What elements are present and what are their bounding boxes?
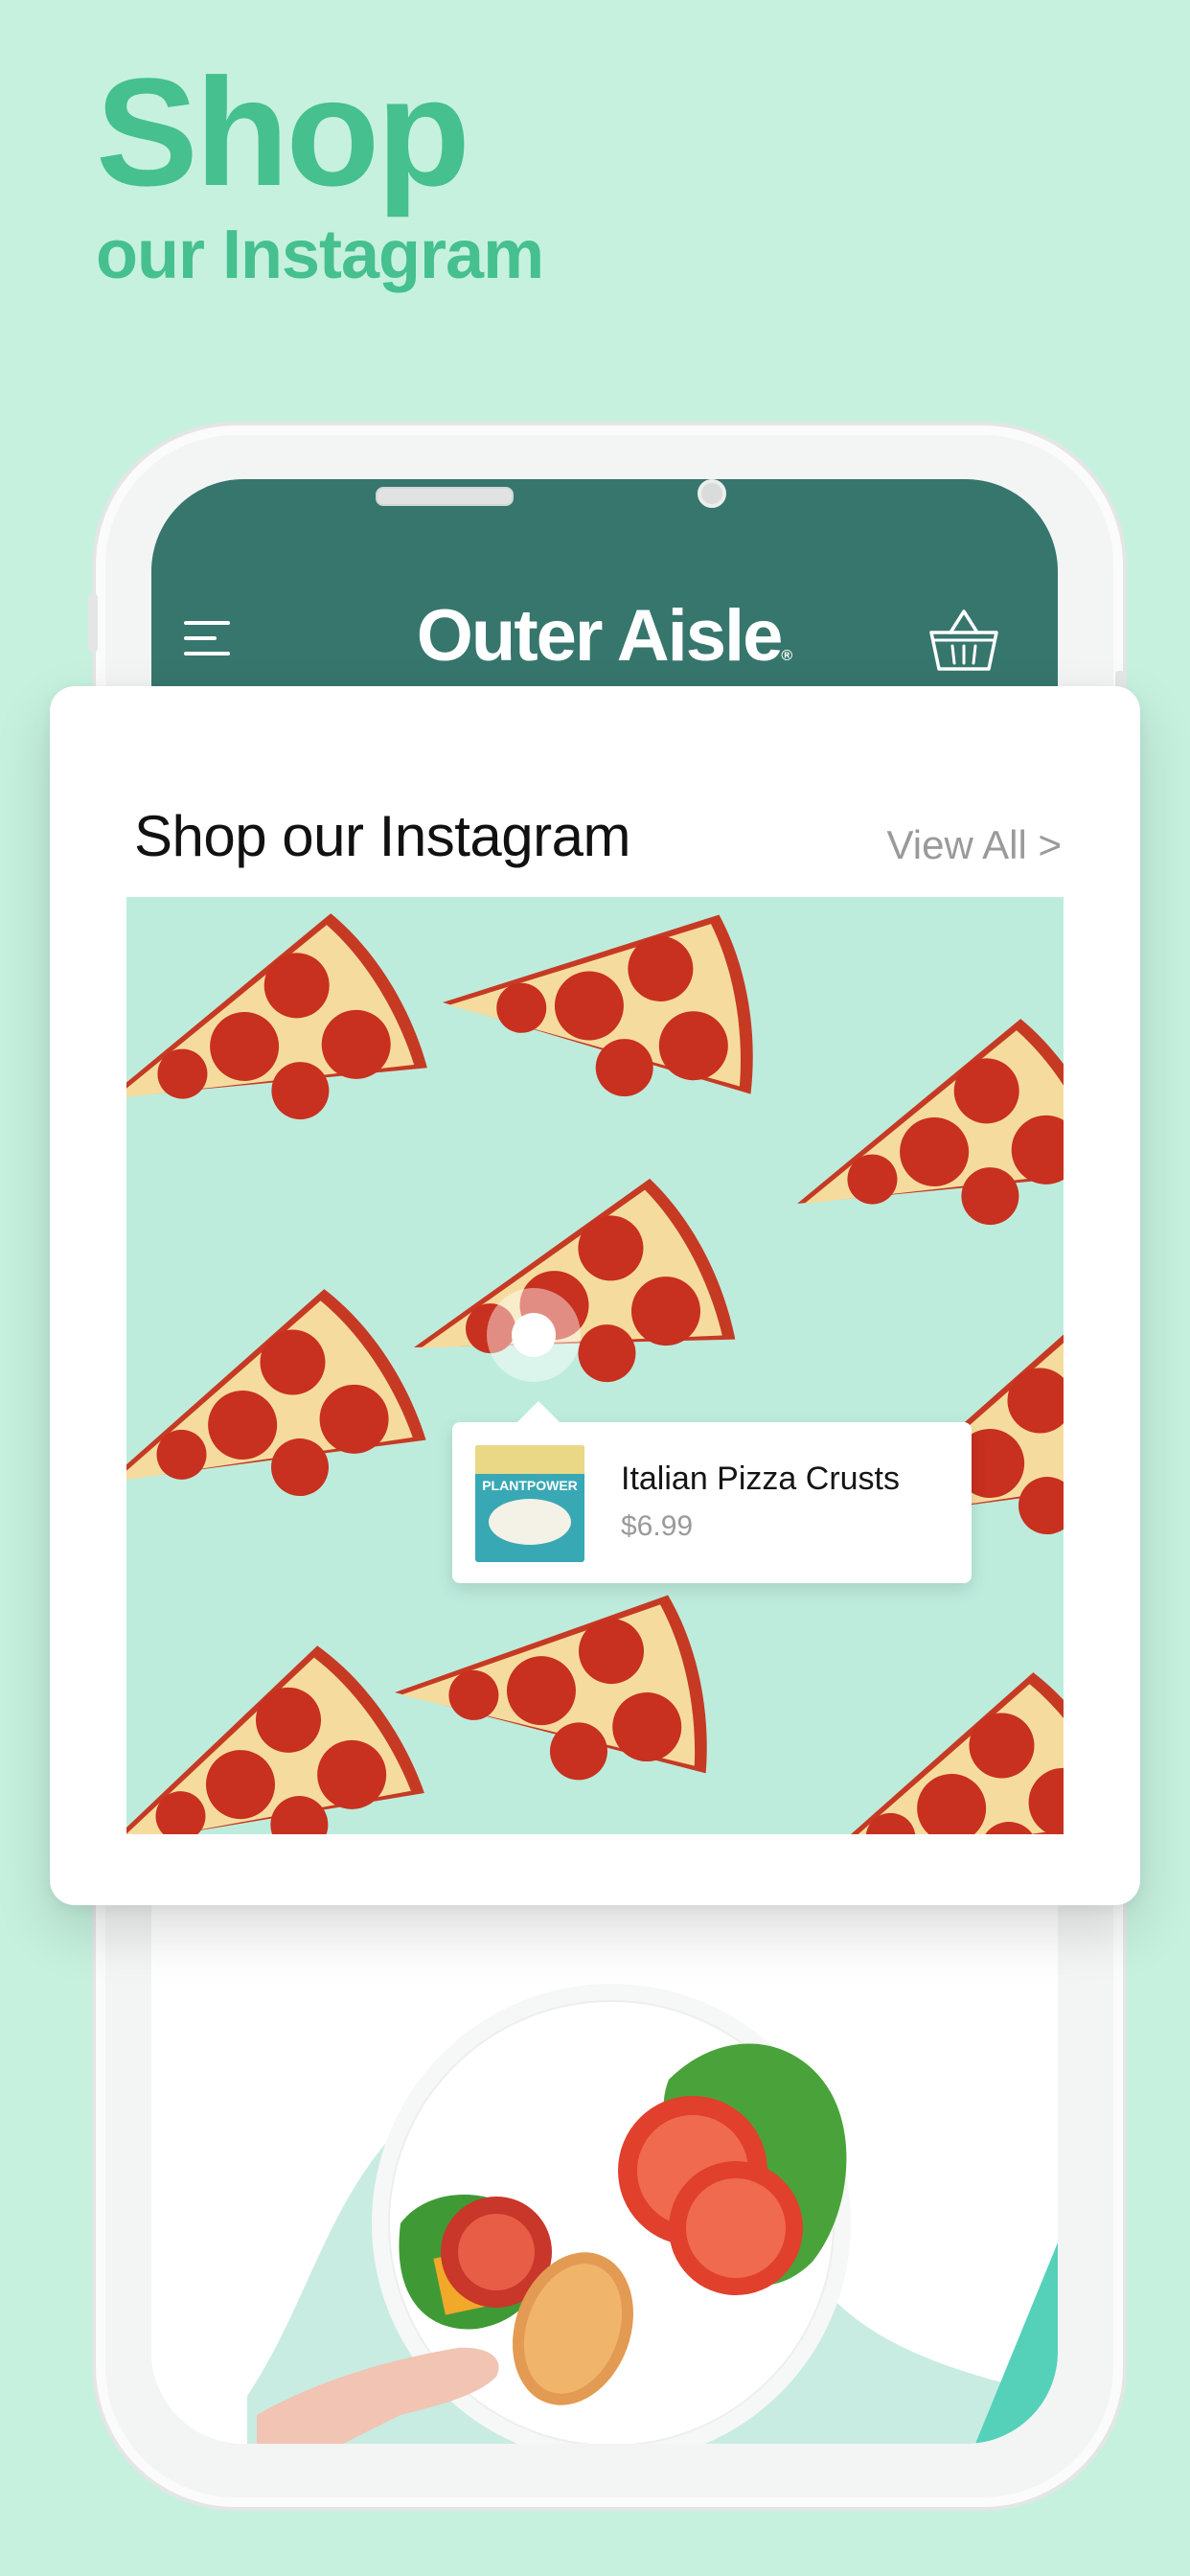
phone-camera: [698, 479, 726, 508]
pizza-pattern-photo: [126, 906, 1064, 1834]
instagram-post-image[interactable]: PLANTPOWER Italian Pizza Crusts $6.99: [126, 897, 1064, 1834]
phone-side-button: [88, 594, 98, 652]
package-label: PLANTPOWER: [482, 1478, 578, 1493]
product-tag-marker[interactable]: [487, 1288, 581, 1382]
product-name: Italian Pizza Crusts: [621, 1460, 900, 1497]
product-price: $6.99: [621, 1510, 694, 1542]
app-logo[interactable]: Outer Aisle®: [151, 594, 1058, 678]
headline-subtitle: our Instagram: [96, 217, 544, 293]
headline-title: Shop: [96, 46, 470, 218]
product-popup[interactable]: PLANTPOWER Italian Pizza Crusts $6.99: [452, 1401, 972, 1583]
instagram-card: Shop our Instagram View All > PLANTPOWER…: [50, 686, 1140, 1905]
promo-headline: Shop our Instagram: [96, 46, 544, 294]
basket-icon[interactable]: [927, 604, 1000, 677]
food-photo: [151, 1898, 1058, 2444]
card-title: Shop our Instagram: [134, 804, 630, 868]
logo-text: Outer Aisle: [416, 595, 784, 677]
phone-speaker: [376, 487, 514, 506]
product-thumbnail: PLANTPOWER: [475, 1445, 584, 1562]
view-all-link[interactable]: View All >: [887, 822, 1063, 868]
logo-registered-mark: ®: [781, 648, 793, 664]
